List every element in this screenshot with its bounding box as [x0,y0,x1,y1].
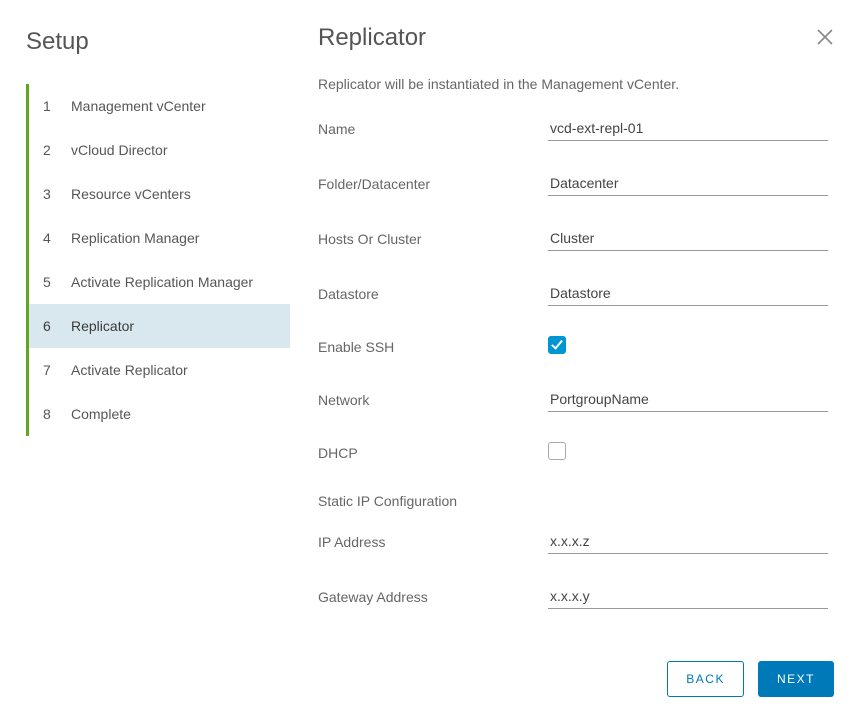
step-activate-replication-manager[interactable]: 5 Activate Replication Manager [29,260,290,304]
step-complete[interactable]: 8 Complete [29,392,290,436]
sidebar-title: Setup [26,28,290,56]
row-hosts: Hosts Or Cluster [318,226,828,251]
step-num: 7 [43,362,61,378]
step-num: 8 [43,406,61,422]
label-name: Name [318,121,548,137]
row-name: Name [318,116,828,141]
step-activate-replicator[interactable]: 7 Activate Replicator [29,348,290,392]
label-gateway: Gateway Address [318,589,548,605]
page-title: Replicator [318,24,426,52]
next-button[interactable]: NEXT [758,661,834,697]
input-folder[interactable] [548,171,828,196]
wizard-footer: BACK NEXT [290,645,862,717]
input-hosts[interactable] [548,226,828,251]
input-name[interactable] [548,116,828,141]
row-dhcp: DHCP [318,442,828,463]
step-label: Replicator [71,318,134,334]
row-datastore: Datastore [318,281,828,306]
input-gateway[interactable] [548,584,828,609]
step-label: Activate Replication Manager [71,274,253,290]
step-label: Resource vCenters [71,186,191,202]
label-folder: Folder/Datacenter [318,176,548,192]
step-label: Activate Replicator [71,362,188,378]
step-vcloud-director[interactable]: 2 vCloud Director [29,128,290,172]
input-network[interactable] [548,387,828,412]
checkbox-enable-ssh[interactable] [548,336,566,354]
row-network: Network [318,387,828,412]
label-datastore: Datastore [318,286,548,302]
label-hosts: Hosts Or Cluster [318,231,548,247]
label-network: Network [318,392,548,408]
step-num: 1 [43,98,61,114]
close-icon[interactable] [816,28,834,50]
row-ip-address: IP Address [318,529,828,554]
form-scroll-area[interactable]: Replicator will be instantiated in the M… [290,62,856,645]
row-enable-ssh: Enable SSH [318,336,828,357]
step-list: 1 Management vCenter 2 vCloud Director 3… [26,84,290,436]
main-header: Replicator [290,0,862,62]
setup-sidebar: Setup 1 Management vCenter 2 vCloud Dire… [0,0,290,717]
static-ip-section: Static IP Configuration [318,493,828,509]
step-label: Replication Manager [71,230,199,246]
row-gateway: Gateway Address [318,584,828,609]
step-num: 3 [43,186,61,202]
step-replication-manager[interactable]: 4 Replication Manager [29,216,290,260]
back-button[interactable]: BACK [667,661,744,697]
checkbox-dhcp[interactable] [548,442,566,460]
label-enable-ssh: Enable SSH [318,339,548,355]
step-management-vcenter[interactable]: 1 Management vCenter [29,84,290,128]
step-num: 2 [43,142,61,158]
step-num: 6 [43,318,61,334]
step-resource-vcenters[interactable]: 3 Resource vCenters [29,172,290,216]
input-ip-address[interactable] [548,529,828,554]
input-datastore[interactable] [548,281,828,306]
row-folder: Folder/Datacenter [318,171,828,196]
step-replicator[interactable]: 6 Replicator [29,304,290,348]
step-label: Complete [71,406,131,422]
label-dhcp: DHCP [318,445,548,461]
step-label: vCloud Director [71,142,167,158]
step-num: 5 [43,274,61,290]
intro-text: Replicator will be instantiated in the M… [318,76,828,92]
label-ip-address: IP Address [318,534,548,550]
step-label: Management vCenter [71,98,206,114]
main-panel: Replicator Replicator will be instantiat… [290,0,862,717]
step-num: 4 [43,230,61,246]
